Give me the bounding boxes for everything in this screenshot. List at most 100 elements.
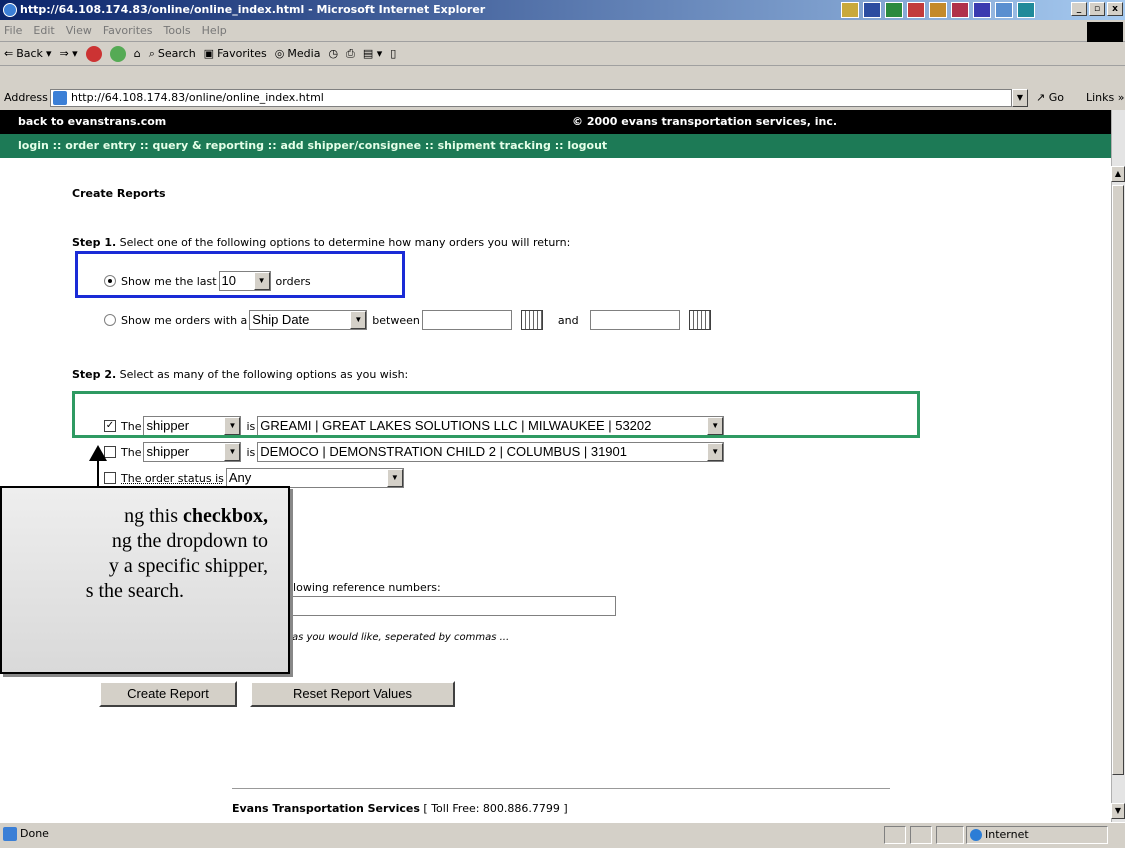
menu-favorites[interactable]: Favorites — [103, 20, 153, 41]
stop-button[interactable] — [85, 42, 102, 65]
nav-separator: :: — [550, 139, 568, 152]
history-icon: ◷ — [328, 46, 339, 60]
history-button[interactable]: ◷ — [328, 42, 338, 65]
edit-icon: ▤ ▾ — [362, 46, 383, 60]
zone-panel: Internet — [966, 826, 1108, 844]
status-panel — [936, 826, 964, 844]
nav-logout[interactable]: logout — [567, 139, 607, 152]
step2-text: Select as many of the following options … — [116, 368, 409, 381]
reference-numbers-input[interactable] — [282, 596, 616, 616]
start-date-input[interactable] — [421, 310, 512, 330]
radio-date-range[interactable] — [104, 314, 116, 326]
step1-text: Select one of the following options to d… — [116, 236, 571, 249]
highlight-box-step1 — [75, 251, 405, 298]
site-top-bar: back to evanstrans.com © 2000 evans tran… — [0, 110, 1111, 134]
app-icon[interactable] — [951, 2, 969, 18]
nav-login[interactable]: login — [18, 139, 49, 152]
nav-separator: :: — [421, 139, 438, 152]
site-nav: login :: order entry :: query & reportin… — [0, 134, 1111, 158]
print-button[interactable]: ⎙ — [346, 42, 355, 65]
date-field-select[interactable]: Ship Date ▼ — [249, 310, 368, 330]
copyright-text: © 2000 evans transportation services, in… — [572, 115, 838, 128]
app-icon[interactable] — [841, 2, 859, 18]
home-icon: ⌂ — [133, 46, 141, 60]
reference-hint: as you would like, seperated by commas .… — [292, 632, 510, 643]
app-icon[interactable] — [973, 2, 991, 18]
scroll-up-button[interactable]: ▲ — [1111, 166, 1125, 182]
nav-order-entry[interactable]: order entry — [65, 139, 136, 152]
window-title: http://64.108.174.83/online/online_index… — [20, 3, 486, 16]
menu-file[interactable]: File — [4, 20, 22, 41]
menu-view[interactable]: View — [66, 20, 92, 41]
print-icon: ⎙ — [346, 46, 355, 60]
minimize-button[interactable]: _ — [1071, 2, 1087, 16]
callout-line-4: s the search. — [85, 580, 184, 602]
callout-line-1a: ng this — [124, 505, 183, 527]
create-report-button[interactable]: Create Report — [99, 681, 237, 707]
word-icon[interactable] — [863, 2, 881, 18]
app-icon[interactable] — [1017, 2, 1035, 18]
edit-button[interactable]: ▤ ▾ — [363, 42, 382, 65]
nav-add-shipper[interactable]: add shipper/consignee — [280, 139, 421, 152]
address-dropdown-button[interactable]: ▼ — [1012, 89, 1028, 107]
chevron-down-icon: ▼ — [224, 443, 241, 461]
calendar-icon[interactable] — [520, 310, 543, 330]
step1-instructions: Step 1. Select one of the following opti… — [72, 236, 570, 249]
filter2-field-select[interactable]: shipper ▼ — [143, 442, 242, 462]
opt2-between: between — [372, 313, 420, 327]
search-app-icon[interactable] — [995, 2, 1013, 18]
menu-edit[interactable]: Edit — [33, 20, 54, 41]
excel-icon[interactable] — [885, 2, 903, 18]
nav-shipment-tracking[interactable]: shipment tracking — [438, 139, 551, 152]
favorites-icon: ▣ — [203, 46, 215, 60]
taskbar-app-icons — [841, 2, 1035, 18]
back-to-site-link[interactable]: back to evanstrans.com — [18, 115, 166, 128]
close-button[interactable]: x — [1107, 2, 1123, 16]
nav-separator: :: — [136, 139, 153, 152]
reset-report-button[interactable]: Reset Report Values — [250, 681, 455, 707]
step2-instructions: Step 2. Select as many of the following … — [72, 368, 408, 381]
order-status-select[interactable]: Any ▼ — [225, 468, 404, 488]
favorites-label: Favorites — [217, 46, 267, 60]
option-date-range: Show me orders with a Ship Date ▼ between… — [104, 310, 711, 330]
go-button[interactable]: ↗ Go — [1036, 89, 1064, 107]
app-icon[interactable] — [907, 2, 925, 18]
back-button[interactable]: ⇐ Back ▾ — [4, 42, 51, 65]
web-page: back to evanstrans.com © 2000 evans tran… — [0, 110, 1111, 822]
scroll-down-button[interactable]: ▼ — [1111, 803, 1125, 819]
chevron-down-icon: ▼ — [350, 311, 367, 329]
refresh-button[interactable] — [109, 42, 126, 65]
filter2-value-select[interactable]: DEMOCO | DEMONSTRATION CHILD 2 | COLUMBU… — [257, 442, 725, 462]
menu-tools[interactable]: Tools — [164, 20, 191, 41]
search-icon: ⌕ — [148, 46, 155, 60]
end-date-input[interactable] — [589, 310, 680, 330]
page-icon — [53, 91, 67, 105]
search-button[interactable]: ⌕ Search — [149, 42, 196, 65]
menu-bar: File Edit View Favorites Tools Help — [0, 20, 1125, 42]
callout-line-2: ng the dropdown to — [111, 530, 268, 552]
reference-label: llowing reference numbers: — [290, 581, 441, 594]
scroll-thumb[interactable] — [1112, 185, 1124, 775]
footer: Evans Transportation Services [ Toll Fre… — [232, 802, 568, 815]
links-button[interactable]: Links » — [1086, 89, 1124, 107]
menu-help[interactable]: Help — [202, 20, 227, 41]
app-icon[interactable] — [929, 2, 947, 18]
media-button[interactable]: ◎ Media — [275, 42, 321, 65]
nav-separator: :: — [48, 139, 66, 152]
discuss-button[interactable]: ▯ — [390, 42, 396, 65]
forward-button[interactable]: ⇒ ▾ — [59, 42, 77, 65]
zone-label: Internet — [985, 828, 1029, 841]
globe-icon — [970, 829, 982, 841]
forward-arrow-icon: ⇒ ▾ — [59, 46, 78, 60]
home-button[interactable]: ⌂ — [134, 42, 141, 65]
opt2-and: and — [557, 313, 579, 327]
address-input[interactable]: http://64.108.174.83/online/online_index… — [50, 89, 1012, 107]
filter-row-status: The order status is Any ▼ — [104, 468, 404, 488]
step2-label: Step 2. — [72, 368, 117, 381]
media-icon: ◎ — [274, 46, 285, 60]
tutorial-callout: ng this checkbox, ng the dropdown to y a… — [0, 486, 290, 674]
nav-query-reporting[interactable]: query & reporting — [152, 139, 264, 152]
favorites-button[interactable]: ▣ Favorites — [204, 42, 267, 65]
maximize-button[interactable]: ▫ — [1089, 2, 1105, 16]
calendar-icon[interactable] — [688, 310, 711, 330]
